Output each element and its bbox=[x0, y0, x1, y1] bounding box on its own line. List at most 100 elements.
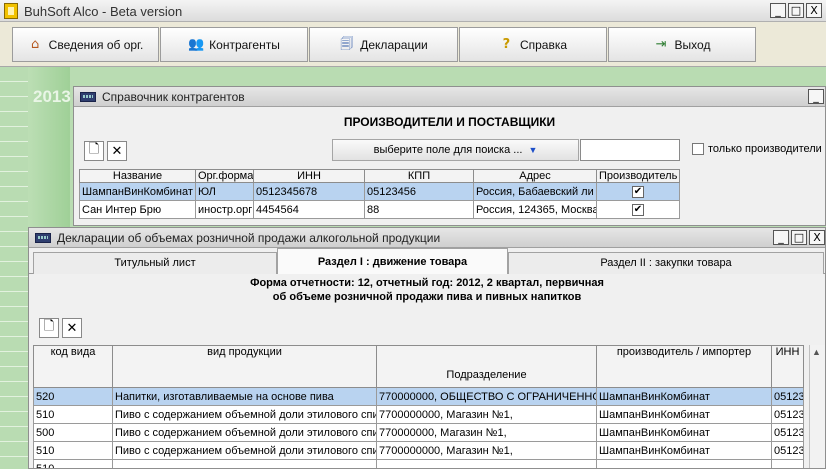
column-header[interactable]: Название bbox=[79, 169, 196, 183]
table-row[interactable]: 500 Пиво с содержанием объемной доли эти… bbox=[33, 423, 804, 442]
counterparts-button[interactable]: 👥 Контрагенты bbox=[160, 27, 308, 62]
cell-product[interactable]: Напитки, изготавливаемые на основе пива bbox=[112, 387, 377, 406]
column-header[interactable]: Орг.форма bbox=[195, 169, 254, 183]
counterparts-minimize-button[interactable]: _ bbox=[808, 89, 824, 104]
window-controls: _ □ X bbox=[770, 3, 822, 18]
producer-checkbox[interactable]: ✔ bbox=[632, 204, 644, 216]
cell-kpp[interactable]: 88 bbox=[364, 200, 474, 219]
table-row[interactable]: 510 bbox=[33, 459, 804, 468]
table-header-row: Название Орг.форма ИНН КПП Адрес Произво… bbox=[79, 169, 680, 183]
column-header[interactable]: Производитель bbox=[596, 169, 680, 183]
help-label: Справка bbox=[519, 37, 568, 52]
table-row[interactable]: ШампанВинКомбинат ЮЛ 0512345678 05123456… bbox=[79, 182, 680, 201]
cell-division[interactable]: 770000000, Магазин №1, bbox=[376, 423, 597, 442]
cell-code[interactable]: 510 bbox=[33, 405, 113, 424]
cell-inn[interactable]: 05123 bbox=[771, 441, 804, 460]
column-header[interactable]: вид продукции bbox=[112, 345, 377, 388]
column-header[interactable]: Подразделение bbox=[376, 345, 597, 388]
cell-product[interactable]: Пиво с содержанием объемной доли этилово… bbox=[112, 405, 377, 424]
only-producers-checkbox[interactable] bbox=[692, 143, 704, 155]
cell-code[interactable]: 520 bbox=[33, 387, 113, 406]
search-input[interactable] bbox=[580, 139, 680, 161]
form-title-line-2: об объеме розничной продажи пива и пивны… bbox=[272, 291, 582, 303]
producer-checkbox[interactable]: ✔ bbox=[632, 186, 644, 198]
cell-form[interactable]: ЮЛ bbox=[195, 182, 254, 201]
cell-address[interactable]: Россия, Бабаевский ли bbox=[473, 182, 597, 201]
cell-kpp[interactable]: 05123456 bbox=[364, 182, 474, 201]
cell-inn[interactable]: 0512345678 bbox=[253, 182, 365, 201]
only-producers-filter[interactable]: только производители bbox=[692, 143, 822, 155]
cell-code[interactable]: 500 bbox=[33, 423, 113, 442]
add-declaration-row-button[interactable]: 🗋 bbox=[39, 318, 59, 338]
table-row[interactable]: 510 Пиво с содержанием объемной доли эти… bbox=[33, 441, 804, 460]
cell-product[interactable]: Пиво с содержанием объемной доли этилово… bbox=[112, 441, 377, 460]
close-button[interactable]: X bbox=[806, 3, 822, 18]
delete-declaration-row-button[interactable]: ✕ bbox=[62, 318, 82, 338]
form-title: Форма отчетности: 12, отчетный год: 2012… bbox=[29, 276, 825, 304]
minimize-button[interactable]: _ bbox=[770, 3, 786, 18]
cell-producer[interactable]: ШампанВинКомбинат bbox=[596, 387, 772, 406]
cell-division[interactable]: 7700000000, Магазин №1, bbox=[376, 441, 597, 460]
cell-producer[interactable] bbox=[596, 459, 772, 468]
cell-inn[interactable]: 4454564 bbox=[253, 200, 365, 219]
home-icon: ⌂ bbox=[31, 36, 40, 52]
declarations-button[interactable]: 🗐 Декларации bbox=[309, 27, 458, 62]
cell-form[interactable]: иностр.орг bbox=[195, 200, 254, 219]
cell-name[interactable]: Сан Интер Брю bbox=[79, 200, 196, 219]
table-row[interactable]: 510 Пиво с содержанием объемной доли эти… bbox=[33, 405, 804, 424]
cell-division[interactable] bbox=[376, 459, 597, 468]
cell-division[interactable]: 7700000000, Магазин №1, bbox=[376, 405, 597, 424]
cell-division[interactable]: 770000000, ОБЩЕСТВО С ОГРАНИЧЕННОЙ bbox=[376, 387, 597, 406]
add-counterpart-button[interactable]: 🗋 bbox=[84, 141, 104, 161]
org-info-button[interactable]: ⌂ Сведения об орг. bbox=[12, 27, 159, 62]
tab-section-2[interactable]: Раздел II : закупки товара bbox=[508, 252, 824, 274]
column-header[interactable]: код вида bbox=[33, 345, 113, 388]
cell-code[interactable]: 510 bbox=[33, 441, 113, 460]
exit-label: Выход bbox=[674, 37, 711, 52]
main-toolbar: ⌂ Сведения об орг. 👥 Контрагенты 🗐 Декла… bbox=[0, 22, 826, 67]
column-header[interactable]: Адрес bbox=[473, 169, 597, 183]
cell-name[interactable]: ШампанВинКомбинат bbox=[79, 182, 196, 201]
cell-code[interactable]: 510 bbox=[33, 459, 113, 468]
cell-product[interactable] bbox=[112, 459, 377, 468]
declarations-maximize-button[interactable]: □ bbox=[791, 230, 807, 245]
counterparts-table: Название Орг.форма ИНН КПП Адрес Произво… bbox=[79, 169, 680, 219]
cell-producer[interactable]: ✔ bbox=[596, 200, 680, 219]
exit-button[interactable]: ⇥ Выход bbox=[608, 27, 756, 62]
column-header[interactable]: производитель / импортер bbox=[596, 345, 772, 388]
table-row[interactable]: Сан Интер Брю иностр.орг 4454564 88 Росс… bbox=[79, 200, 680, 219]
cell-inn[interactable] bbox=[771, 459, 804, 468]
help-button[interactable]: ? Справка bbox=[459, 27, 607, 62]
declarations-window-controls: _ □ X bbox=[773, 230, 825, 245]
table-header-row: код вида вид продукции Подразделение про… bbox=[33, 345, 804, 388]
column-header[interactable]: КПП bbox=[364, 169, 474, 183]
cell-inn[interactable]: 05123 bbox=[771, 423, 804, 442]
search-field-label: выберите поле для поиска ... bbox=[373, 144, 523, 156]
vertical-scrollbar[interactable]: ▲ bbox=[809, 345, 825, 468]
window-title: BuhSoft Alco - Beta version bbox=[24, 4, 183, 19]
scroll-up-icon[interactable]: ▲ bbox=[812, 347, 821, 357]
cell-product[interactable]: Пиво с содержанием объемной доли этилово… bbox=[112, 423, 377, 442]
cell-inn[interactable]: 05123 bbox=[771, 387, 804, 406]
cell-producer[interactable]: ШампанВинКомбинат bbox=[596, 405, 772, 424]
form-title-line-1: Форма отчетности: 12, отчетный год: 2012… bbox=[250, 277, 604, 289]
column-header[interactable]: ИНН bbox=[771, 345, 804, 388]
cell-address[interactable]: Россия, 124365, Москва bbox=[473, 200, 597, 219]
app-logo-icon bbox=[4, 3, 18, 19]
tab-section-1[interactable]: Раздел I : движение товара bbox=[277, 248, 508, 274]
help-icon: ? bbox=[502, 36, 511, 52]
main-title-bar: BuhSoft Alco - Beta version _ □ X bbox=[0, 0, 826, 22]
cell-producer[interactable]: ШампанВинКомбинат bbox=[596, 423, 772, 442]
declarations-minimize-button[interactable]: _ bbox=[773, 230, 789, 245]
column-header[interactable]: ИНН bbox=[253, 169, 365, 183]
tab-title-page[interactable]: Титульный лист bbox=[33, 252, 277, 274]
table-row[interactable]: 520 Напитки, изготавливаемые на основе п… bbox=[33, 387, 804, 406]
search-field-dropdown[interactable]: выберите поле для поиска ... ▼ bbox=[332, 139, 579, 161]
counterparts-window: Справочник контрагентов _ ПРОИЗВОДИТЕЛИ … bbox=[73, 86, 826, 226]
cell-inn[interactable]: 05123 bbox=[771, 405, 804, 424]
declarations-close-button[interactable]: X bbox=[809, 230, 825, 245]
maximize-button[interactable]: □ bbox=[788, 3, 804, 18]
cell-producer[interactable]: ✔ bbox=[596, 182, 680, 201]
delete-counterpart-button[interactable]: ✕ bbox=[107, 141, 127, 161]
cell-producer[interactable]: ШампанВинКомбинат bbox=[596, 441, 772, 460]
